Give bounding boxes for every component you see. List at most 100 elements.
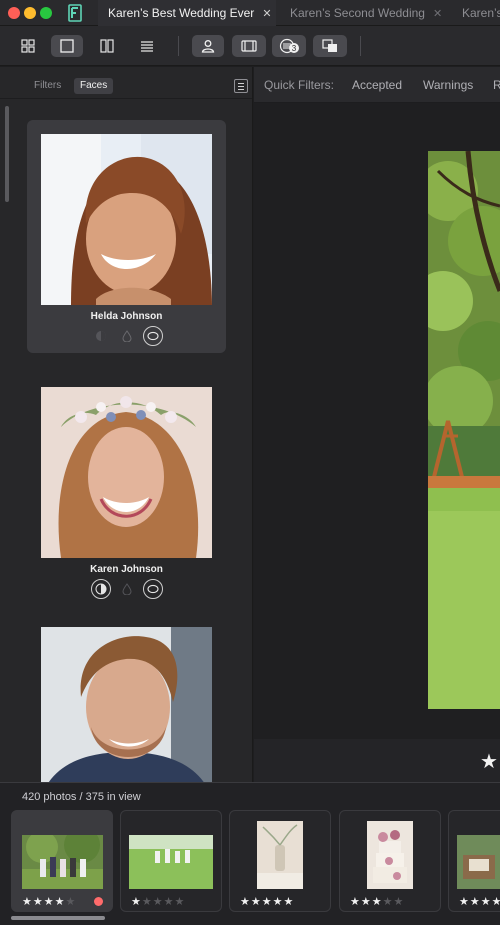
quick-filters-bar: Quick Filters: Accepted Warnings R: [254, 67, 500, 103]
face-region-icon[interactable]: [143, 326, 163, 346]
drop-icon[interactable]: [117, 326, 137, 346]
thumb-image: [129, 835, 213, 889]
face-photo: [41, 134, 212, 305]
stack-badge: 3: [292, 44, 297, 53]
star-filled-icon[interactable]: ★: [55, 896, 66, 908]
tab-karens-second-wedding[interactable]: Karen’s Second Wedding ✕: [282, 0, 442, 26]
tab-title: Karen’s: [462, 6, 500, 20]
face-card-unnamed[interactable]: [27, 613, 226, 782]
face-actions: [89, 326, 165, 346]
star-filled-icon[interactable]: ★: [350, 896, 361, 908]
stack-button[interactable]: 3: [272, 35, 306, 57]
star-filled-icon[interactable]: ★: [481, 896, 492, 908]
face-photo: [41, 627, 212, 782]
star-filled-icon[interactable]: ★: [262, 896, 273, 908]
rating-star-icon[interactable]: ★: [480, 749, 498, 774]
list-view-icon: [141, 41, 153, 52]
tab-title: Karen’s Best Wedding Ever: [108, 6, 255, 20]
star-filled-icon[interactable]: ★: [459, 896, 470, 908]
grid-view-icon: [21, 39, 35, 53]
app-logo-icon: [68, 4, 82, 22]
sidebar-scrollbar[interactable]: [5, 106, 9, 202]
star-filled-icon[interactable]: ★: [131, 896, 142, 908]
single-view-button[interactable]: [51, 35, 83, 57]
face-name: Karen Johnson: [90, 564, 163, 575]
face-photo: [41, 387, 212, 558]
photo-count: 420 photos / 375 in view: [22, 791, 141, 803]
main-photo[interactable]: [428, 151, 500, 709]
thumb-rating[interactable]: ★★★★★: [22, 895, 76, 908]
faces-sidebar: Filters Faces Helda Johnson Karen Johnso…: [0, 67, 253, 782]
star-filled-icon[interactable]: ★: [492, 896, 500, 908]
viewer-rating-bar: ★: [254, 739, 500, 782]
tab-faces[interactable]: Faces: [74, 78, 114, 94]
contrast-icon[interactable]: [91, 326, 111, 346]
tab-title: Karen’s Second Wedding: [290, 6, 425, 20]
face-region-icon[interactable]: [143, 579, 163, 599]
single-view-icon: [60, 39, 74, 53]
close-window-button[interactable]: [8, 7, 20, 19]
list-view-button[interactable]: [134, 35, 160, 57]
faces-panel-button[interactable]: [192, 35, 224, 57]
star-filled-icon[interactable]: ★: [284, 896, 295, 908]
filmstrip-thumb[interactable]: ★★★★★: [120, 810, 222, 912]
filmstrip: 420 photos / 375 in view ★★★★★ ★★★★★ ★★★…: [0, 782, 500, 925]
contrast-icon[interactable]: [91, 579, 111, 599]
thumb-image: [367, 821, 413, 889]
face-card-karen-johnson[interactable]: Karen Johnson: [27, 373, 226, 606]
toolbar: 3: [0, 26, 500, 66]
color-label-dot[interactable]: [94, 897, 103, 906]
sidebar-tabs: Filters Faces: [0, 67, 252, 99]
star-filled-icon[interactable]: ★: [273, 896, 284, 908]
minimize-window-button[interactable]: [24, 7, 36, 19]
star-filled-icon[interactable]: ★: [470, 896, 481, 908]
star-filled-icon[interactable]: ★: [33, 896, 44, 908]
star-empty-icon[interactable]: ★: [175, 896, 186, 908]
thumb-rating[interactable]: ★★★★★: [350, 895, 404, 908]
thumb-rating[interactable]: ★★★★★: [459, 895, 500, 908]
sidebar-menu-icon[interactable]: [234, 79, 248, 93]
overlay-icon: [322, 39, 337, 52]
close-tab-icon[interactable]: ✕: [262, 8, 271, 20]
filmstrip-toggle-button[interactable]: [232, 35, 266, 57]
star-empty-icon[interactable]: ★: [142, 896, 153, 908]
toolbar-divider: [360, 36, 361, 56]
filmstrip-thumb[interactable]: ★★★★★: [339, 810, 441, 912]
close-tab-icon[interactable]: ✕: [433, 8, 442, 20]
drop-icon[interactable]: [117, 579, 137, 599]
thumb-rating[interactable]: ★★★★★: [131, 895, 185, 908]
stack-icon: 3: [279, 38, 299, 54]
star-filled-icon[interactable]: ★: [251, 896, 262, 908]
compare-view-button[interactable]: [94, 35, 120, 57]
star-empty-icon[interactable]: ★: [164, 896, 175, 908]
star-filled-icon[interactable]: ★: [22, 896, 33, 908]
star-filled-icon[interactable]: ★: [240, 896, 251, 908]
zoom-window-button[interactable]: [40, 7, 52, 19]
filmstrip-thumb[interactable]: ★★★★★: [229, 810, 331, 912]
main-viewer: [254, 103, 500, 739]
grid-view-button[interactable]: [16, 35, 40, 57]
filter-warnings[interactable]: Warnings: [423, 78, 473, 92]
star-empty-icon[interactable]: ★: [153, 896, 164, 908]
filter-more[interactable]: R: [493, 78, 500, 92]
thumb-image: [457, 835, 500, 889]
filmstrip-thumb[interactable]: ★★★★★: [11, 810, 113, 912]
tab-filters[interactable]: Filters: [28, 78, 67, 94]
thumb-rating[interactable]: ★★★★★: [240, 895, 294, 908]
tab-karens-best-wedding-ever[interactable]: Karen’s Best Wedding Ever ✕: [98, 0, 276, 26]
star-filled-icon[interactable]: ★: [44, 896, 55, 908]
compare-view-icon: [100, 39, 114, 53]
star-empty-icon[interactable]: ★: [66, 896, 77, 908]
star-filled-icon[interactable]: ★: [372, 896, 383, 908]
filmstrip-thumb[interactable]: ★★★★★: [448, 810, 500, 912]
face-card-helda-johnson[interactable]: Helda Johnson: [27, 120, 226, 353]
star-filled-icon[interactable]: ★: [361, 896, 372, 908]
overlay-button[interactable]: [313, 35, 347, 57]
thumb-image: [22, 835, 103, 889]
tab-karens[interactable]: Karen’s: [452, 0, 500, 26]
star-empty-icon[interactable]: ★: [383, 896, 394, 908]
toolbar-divider: [178, 36, 179, 56]
star-empty-icon[interactable]: ★: [394, 896, 405, 908]
filter-accepted[interactable]: Accepted: [352, 78, 402, 92]
filmstrip-scrollbar[interactable]: [11, 916, 105, 920]
